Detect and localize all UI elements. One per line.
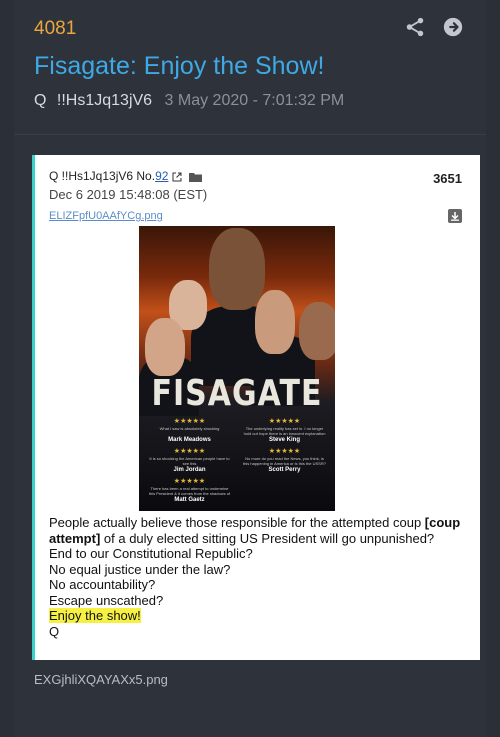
post-card: 4081 Fisagate: Enjoy the Show! Q !!Hs1Jq… (14, 0, 486, 737)
star-rating: ★★★★★ (268, 418, 301, 425)
star-rating: ★★★★★ (173, 478, 206, 485)
share-icon[interactable] (404, 16, 426, 38)
star-rating: ★★★★★ (268, 448, 301, 455)
poster-quote: ★★★★★ What I saw is absolutely shocking … (147, 418, 232, 444)
poster-face-far-right (299, 302, 335, 360)
folder-icon[interactable] (189, 172, 203, 182)
star-rating: ★★★★★ (173, 448, 206, 455)
fisagate-poster-image[interactable]: FISAGATE ★★★★★ What I saw is absolutely … (139, 226, 335, 511)
poster-quote: ★★★★★ It is so shocking the American peo… (147, 448, 232, 474)
quoted-post-header: Q !!Hs1Jq13jV6 No.92 (49, 169, 203, 183)
post-author-row: Q !!Hs1Jq13jV6 3 May 2020 - 7:01:32 PM (34, 92, 344, 110)
author-tripcode: !!Hs1Jq13jV6 (56, 92, 153, 109)
body-line: No equal justice under the law? (49, 561, 231, 577)
post-date: 3 May 2020 - 7:01:32 PM (164, 92, 345, 109)
poster-quote: ★★★★★ There has been a real attempt to u… (147, 478, 232, 504)
body-signature: Q (49, 623, 60, 639)
post-title[interactable]: Fisagate: Enjoy the Show! (34, 52, 324, 81)
quote-name: Jim Jordan (173, 467, 206, 473)
body-text-segment: of a duly elected sitting US President w… (100, 530, 435, 546)
quote-name: Matt Gaetz (174, 497, 205, 503)
quoted-author: Q !!Hs1Jq13jV6 No. (49, 169, 156, 183)
highlighted-text: Enjoy the show! (49, 608, 141, 623)
author-q: Q (34, 92, 47, 109)
body-line: End to our Constitutional Republic? (49, 546, 253, 561)
quote-text: What I saw is absolutely shocking (159, 426, 220, 431)
arrow-right-circle-icon[interactable] (442, 16, 464, 38)
quoted-post-date: Dec 6 2019 15:48:08 (EST) (49, 187, 208, 202)
body-text-segment: People actually believe those responsibl… (49, 515, 425, 530)
quoted-post: Q !!Hs1Jq13jV6 No.92 3651 Dec 6 2019 15:… (32, 155, 480, 660)
quote-name: Mark Meadows (168, 437, 211, 443)
body-line: Escape unscathed? (49, 592, 164, 608)
quote-text: No more do you read the News, you think,… (243, 456, 326, 466)
post-actions (404, 16, 464, 38)
poster-quote: ★★★★★ No more do you read the News, you … (242, 448, 327, 474)
quoted-post-link[interactable]: 92 (155, 169, 168, 183)
quote-text: The underlying reality has set in. I no … (243, 426, 326, 436)
attachment-filename[interactable]: EXGjhliXQAYAXx5.png (34, 672, 168, 687)
poster-title: FISAGATE (151, 372, 323, 415)
quote-name: Scott Perry (268, 467, 301, 473)
quote-text: There has been a real attempt to undermi… (148, 486, 231, 496)
download-icon[interactable] (448, 209, 462, 223)
poster-face-center (209, 228, 265, 310)
quote-text: It is so shocking the American people ha… (149, 456, 230, 466)
post-number: 4081 (34, 18, 77, 39)
body-line: People actually believe those responsibl… (49, 515, 469, 546)
poster-face-left (145, 318, 185, 376)
body-line: No accountability? (49, 577, 156, 592)
poster-face-right (255, 290, 295, 354)
quoted-post-id: 3651 (433, 171, 462, 186)
poster-quote: ★★★★★ The underlying reality has set in.… (242, 418, 327, 444)
quoted-filename-link[interactable]: ELIZFpfU0AAfYCg.png (49, 210, 163, 222)
external-link-icon[interactable] (172, 172, 182, 182)
quoted-post-body: People actually believe those responsibl… (49, 515, 469, 639)
star-rating: ★★★★★ (173, 418, 206, 425)
quote-name: Steve King (268, 437, 300, 443)
poster-quotes: ★★★★★ What I saw is absolutely shocking … (147, 418, 327, 504)
body-line-highlighted: Enjoy the show! (49, 608, 469, 624)
divider (14, 134, 486, 135)
